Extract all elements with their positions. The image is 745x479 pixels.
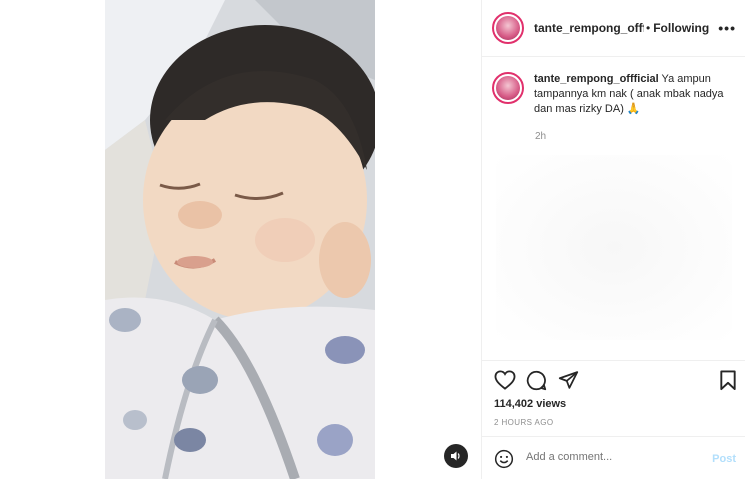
video-player[interactable] xyxy=(105,0,375,479)
comment-icon[interactable] xyxy=(526,370,547,391)
caption: tante_rempong_offficial Ya ampun tampann… xyxy=(492,72,736,117)
post-media xyxy=(0,0,481,479)
post-side-panel: tante_rempong_offficial • Following ••• … xyxy=(481,0,745,479)
sound-toggle-button[interactable] xyxy=(444,444,468,468)
comment-bar: Post xyxy=(482,436,745,479)
view-count[interactable]: 114,402 views xyxy=(494,398,566,410)
caption-avatar[interactable] xyxy=(492,72,524,104)
author-username[interactable]: tante_rempong_offficial xyxy=(534,21,644,35)
following-button[interactable]: Following xyxy=(653,21,709,35)
comments-loading-area xyxy=(496,155,732,340)
paper-plane-icon[interactable] xyxy=(558,370,579,390)
video-frame-baby xyxy=(105,0,375,479)
smiley-icon[interactable] xyxy=(494,449,514,469)
post-comment-button[interactable]: Post xyxy=(712,453,736,465)
heart-icon[interactable] xyxy=(494,370,516,390)
caption-timestamp[interactable]: 2h xyxy=(535,131,546,142)
avatar-image xyxy=(496,76,520,100)
post-actions: 114,402 views 2 HOURS AGO xyxy=(482,360,745,436)
speaker-icon xyxy=(451,451,460,461)
header-separator: • xyxy=(646,21,651,35)
author-avatar[interactable] xyxy=(492,12,524,44)
avatar-image xyxy=(496,16,520,40)
caption-username[interactable]: tante_rempong_offficial xyxy=(534,73,659,85)
media-letterbox-left xyxy=(0,0,105,479)
media-letterbox-right xyxy=(375,0,481,479)
post-header: tante_rempong_offficial • Following ••• xyxy=(482,0,745,57)
more-options-icon[interactable]: ••• xyxy=(718,20,736,36)
comment-input[interactable] xyxy=(526,451,696,463)
bookmark-icon[interactable] xyxy=(719,370,737,391)
caption-body: tante_rempong_offficial Ya ampun tampann… xyxy=(534,72,736,117)
post-timestamp[interactable]: 2 HOURS AGO xyxy=(494,418,554,427)
